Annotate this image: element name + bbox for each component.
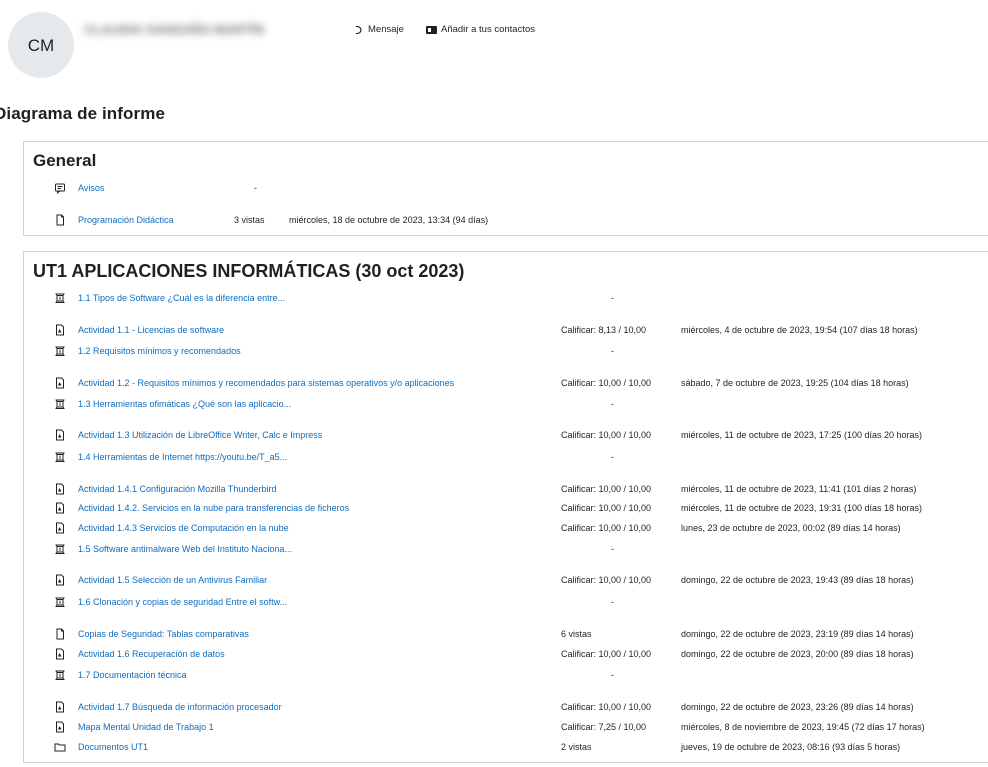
activity-link[interactable]: 1.4 Herramientas de Internet https://you… — [78, 452, 287, 462]
no-activity-marker: - — [611, 346, 614, 356]
activity-link[interactable]: Actividad 1.7 Búsqueda de información pr… — [78, 702, 282, 712]
assignment-icon — [54, 574, 66, 586]
activity-info: Calificar: 10,00 / 10,00 — [561, 503, 652, 513]
book-icon — [54, 543, 66, 555]
book-icon — [54, 345, 66, 357]
assignment-icon — [54, 483, 66, 495]
no-activity-marker: - — [611, 544, 614, 554]
activity-info: Calificar: 8,13 / 10,00 — [561, 325, 647, 335]
last-access-date: domingo, 22 de octubre de 2023, 19:43 (8… — [681, 575, 914, 585]
message-label: Mensaje — [368, 24, 404, 35]
activity-info: 2 vistas — [561, 742, 592, 752]
activity-link[interactable]: Actividad 1.4.2. Servicios en la nube pa… — [78, 503, 349, 513]
book-icon — [54, 398, 66, 410]
activity-link[interactable]: 1.7 Documentación técnica — [78, 670, 187, 680]
activity-link[interactable]: Programación Didáctica — [78, 215, 174, 225]
assignment-icon — [54, 522, 66, 534]
activity-link[interactable]: Actividad 1.1 - Licencias de software — [78, 325, 224, 335]
user-name: CLAUDIA SANDAÑA MARTÍN — [84, 22, 265, 37]
activity-info: Calificar: 10,00 / 10,00 — [561, 378, 652, 388]
last-access-date: domingo, 22 de octubre de 2023, 23:26 (8… — [681, 702, 914, 712]
activity-link[interactable]: Actividad 1.4.3 Servicios de Computación… — [78, 523, 289, 533]
assignment-icon — [54, 324, 66, 336]
last-access-date: jueves, 19 de octubre de 2023, 08:16 (93… — [681, 742, 901, 752]
section-title: General — [33, 151, 97, 170]
no-activity-marker: - — [254, 183, 257, 193]
activity-link[interactable]: Actividad 1.5 Selección de un Antivirus … — [78, 575, 267, 585]
activity-info: Calificar: 10,00 / 10,00 — [561, 702, 652, 712]
book-icon — [54, 669, 66, 681]
activity-link[interactable]: 1.6 Clonación y copias de seguridad Entr… — [78, 597, 287, 607]
page-title: Diagrama de informe — [0, 104, 166, 123]
assignment-icon — [54, 377, 66, 389]
assignment-icon — [54, 701, 66, 713]
last-access-date: domingo, 22 de octubre de 2023, 23:19 (8… — [681, 629, 914, 639]
message-button[interactable]: Mensaje — [354, 24, 404, 35]
forum-icon — [54, 182, 66, 194]
activity-link[interactable]: Actividad 1.4.1 Configuración Mozilla Th… — [78, 484, 276, 494]
activity-link[interactable]: Actividad 1.2 - Requisitos mínimos y rec… — [78, 378, 454, 388]
activity-info: Calificar: 10,00 / 10,00 — [561, 430, 652, 440]
avatar: CM — [8, 12, 74, 78]
assignment-icon — [54, 648, 66, 660]
message-icon — [354, 25, 364, 35]
activity-link[interactable]: Documentos UT1 — [78, 742, 148, 752]
no-activity-marker: - — [611, 452, 614, 462]
no-activity-marker: - — [611, 597, 614, 607]
assignment-icon — [54, 502, 66, 514]
no-activity-marker: - — [611, 293, 614, 303]
activity-info: Calificar: 10,00 / 10,00 — [561, 649, 652, 659]
book-icon — [54, 292, 66, 304]
activity-link[interactable]: Actividad 1.3 Utilización de LibreOffice… — [78, 430, 322, 440]
activity-link[interactable]: Copias de Seguridad: Tablas comparativas — [78, 629, 249, 639]
activity-info: Calificar: 10,00 / 10,00 — [561, 523, 652, 533]
last-access-date: miércoles, 11 de octubre de 2023, 17:25 … — [681, 430, 922, 440]
activity-link[interactable]: 1.3 Herramientas ofimáticas ¿Qué son las… — [78, 399, 291, 409]
contact-card-icon — [426, 25, 437, 34]
last-access-date: lunes, 23 de octubre de 2023, 00:02 (89 … — [681, 523, 901, 533]
last-access-date: miércoles, 11 de octubre de 2023, 11:41 … — [681, 484, 917, 494]
activity-info: 6 vistas — [561, 629, 592, 639]
activity-info: Calificar: 7,25 / 10,00 — [561, 722, 647, 732]
page-icon — [54, 214, 66, 226]
activity-link[interactable]: 1.2 Requisitos mínimos y recomendados — [78, 346, 241, 356]
book-icon — [54, 596, 66, 608]
section-title: UT1 APLICACIONES INFORMÁTICAS (30 oct 20… — [33, 261, 465, 281]
activity-link[interactable]: Actividad 1.6 Recuperación de datos — [78, 649, 225, 659]
add-contact-label: Añadir a tus contactos — [441, 24, 535, 35]
no-activity-marker: - — [611, 399, 614, 409]
last-access-date: miércoles, 4 de octubre de 2023, 19:54 (… — [681, 325, 918, 335]
no-activity-marker: - — [611, 670, 614, 680]
activity-link[interactable]: Avisos — [78, 183, 104, 193]
assignment-icon — [54, 721, 66, 733]
add-contact-button[interactable]: Añadir a tus contactos — [426, 24, 535, 35]
activity-link[interactable]: 1.5 Software antimalware Web del Institu… — [78, 544, 292, 554]
book-icon — [54, 451, 66, 463]
page-icon — [54, 628, 66, 640]
assignment-icon — [54, 429, 66, 441]
activity-info: Calificar: 10,00 / 10,00 — [561, 575, 652, 585]
activity-info: 3 vistas — [234, 215, 265, 225]
activity-link[interactable]: 1.1 Tipos de Software ¿Cuál es la difere… — [78, 293, 285, 303]
activity-link[interactable]: Mapa Mental Unidad de Trabajo 1 — [78, 722, 214, 732]
activity-info: Calificar: 10,00 / 10,00 — [561, 484, 652, 494]
section-ut1: UT1 APLICACIONES INFORMÁTICAS (30 oct 20… — [23, 251, 988, 763]
last-access-date: sábado, 7 de octubre de 2023, 19:25 (104… — [681, 378, 909, 388]
last-access-date: miércoles, 11 de octubre de 2023, 19:31 … — [681, 503, 922, 513]
folder-icon — [54, 741, 66, 753]
last-access-date: domingo, 22 de octubre de 2023, 20:00 (8… — [681, 649, 914, 659]
section-general: General Avisos - Programación Didáctica 3 v… — [23, 141, 988, 236]
last-access-date: miércoles, 18 de octubre de 2023, 13:34 … — [289, 215, 489, 225]
last-access-date: miércoles, 8 de noviembre de 2023, 19:45… — [681, 722, 925, 732]
